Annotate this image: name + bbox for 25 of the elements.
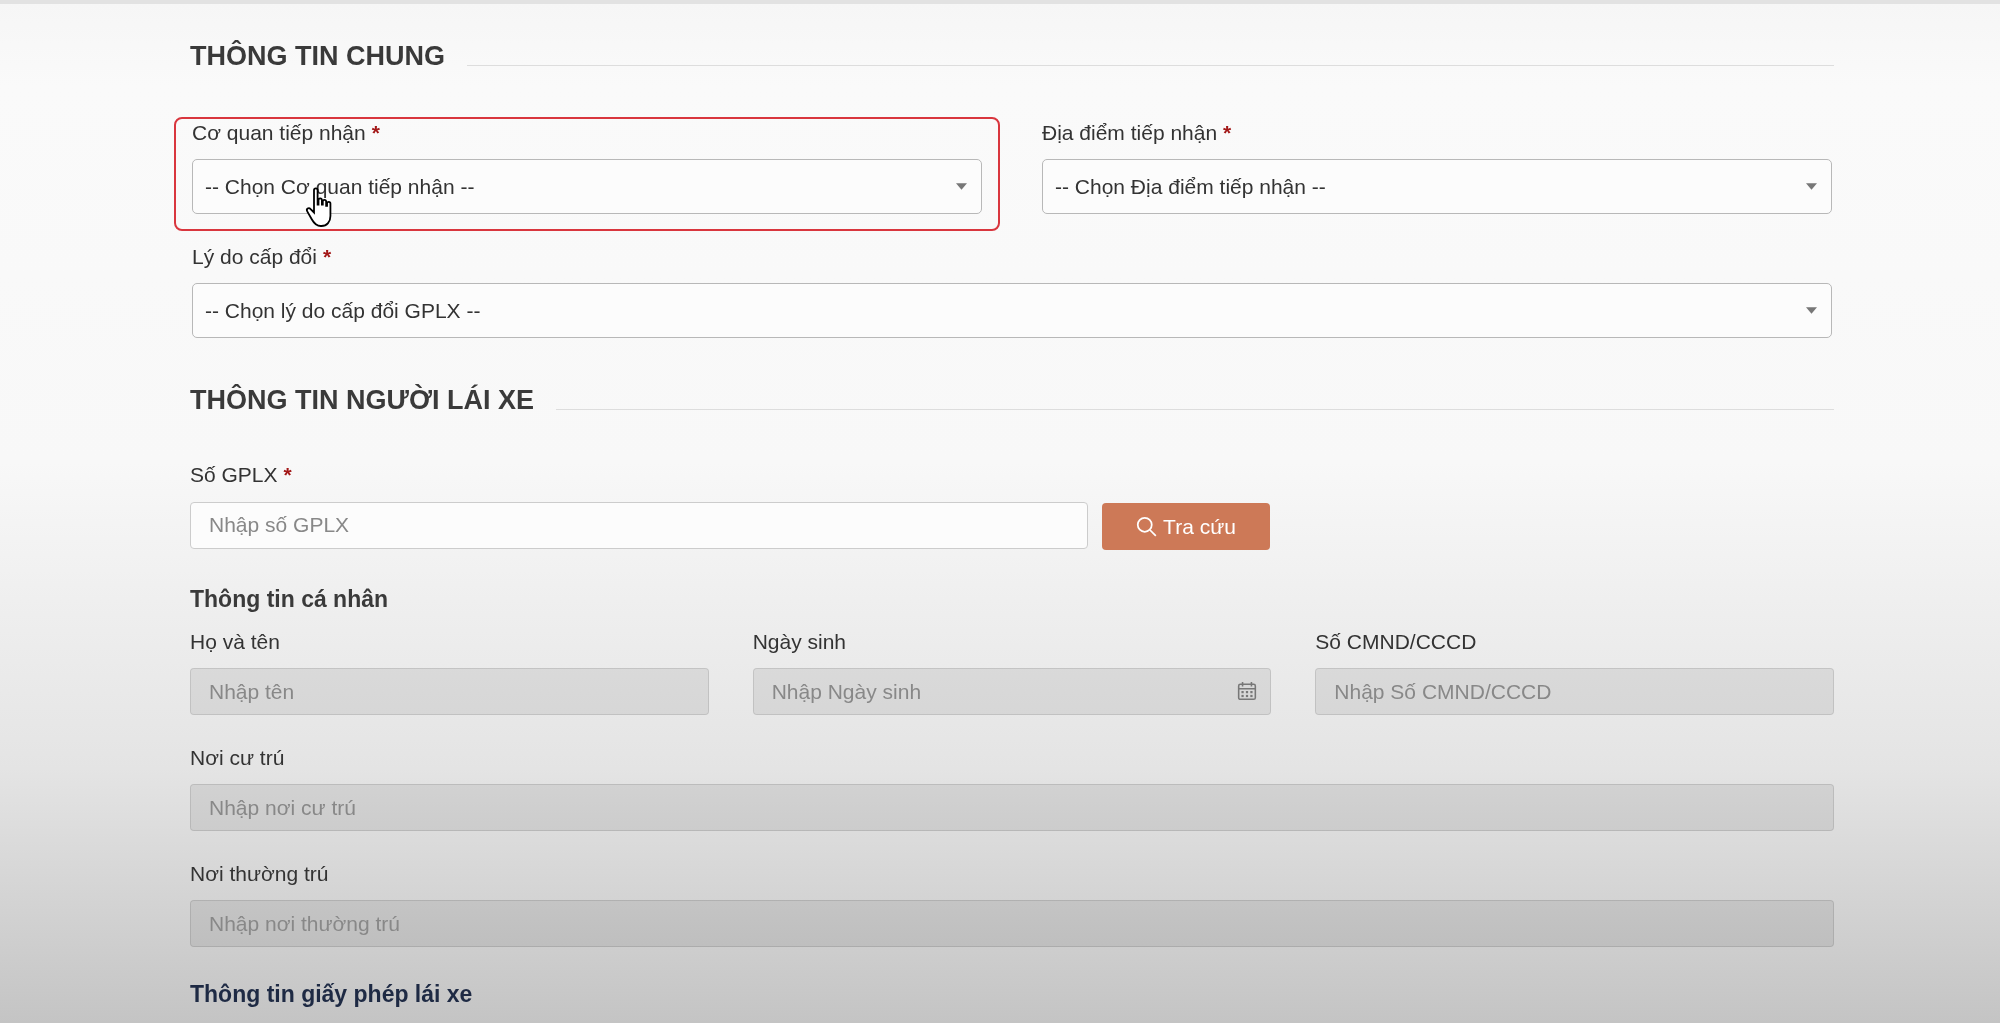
field-label: Số CMND/CCCD bbox=[1315, 630, 1477, 654]
field-label: Nơi thường trú bbox=[190, 862, 329, 886]
field-label: Lý do cấp đổi bbox=[192, 245, 317, 269]
required-mark: * bbox=[322, 245, 332, 269]
calendar-icon bbox=[1237, 681, 1258, 701]
select-field[interactable]: -- Chọn Địa điểm tiếp nhận -- bbox=[1042, 159, 1832, 214]
section-heading: THÔNG TIN NGƯỜI LÁI XE bbox=[190, 384, 534, 416]
caret-icon bbox=[956, 183, 967, 190]
field-label: Địa điểm tiếp nhận bbox=[1042, 121, 1218, 145]
required-mark: * bbox=[371, 121, 380, 145]
select-field[interactable]: -- Chọn lý do cấp đổi GPLX -- bbox=[192, 283, 1832, 338]
search-icon bbox=[1136, 516, 1158, 537]
caret-icon bbox=[1806, 183, 1817, 190]
field-label: Số GPLX bbox=[190, 463, 278, 487]
field-label: Nơi cư trú bbox=[190, 746, 285, 770]
field-label: Ngày sinh bbox=[752, 630, 847, 654]
field-label: Họ và tên bbox=[190, 630, 280, 654]
required-mark: * bbox=[283, 463, 292, 487]
input-field[interactable]: Nhập số GPLX bbox=[190, 501, 1088, 549]
section-heading: THÔNG TIN CHUNG bbox=[190, 40, 445, 72]
subsection-heading: Thông tin giấy phép lái xe bbox=[190, 980, 474, 1009]
field-label: Cơ quan tiếp nhận bbox=[192, 121, 366, 145]
caret-icon bbox=[1806, 307, 1817, 314]
subsection-heading: Thông tin cá nhân bbox=[190, 585, 390, 614]
required-mark: * bbox=[1223, 121, 1232, 145]
